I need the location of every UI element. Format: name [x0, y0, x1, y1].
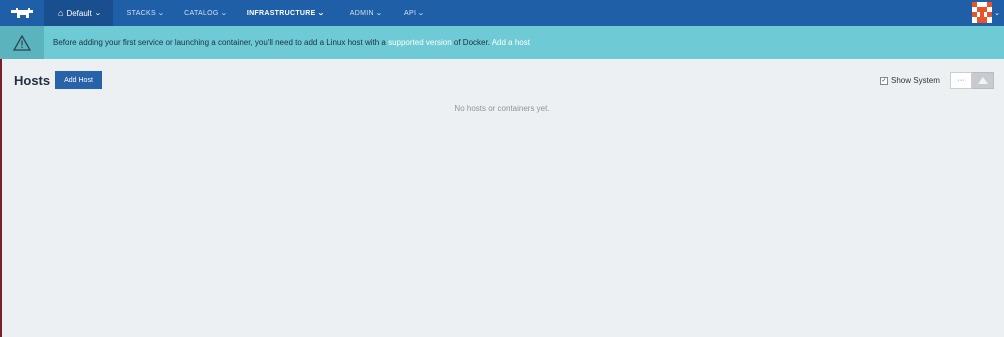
chevron-down-icon: ⌄	[994, 9, 1000, 17]
page-title: Hosts	[14, 73, 51, 88]
more-options-button[interactable]: ···	[950, 72, 972, 89]
nav-item-admin[interactable]: ADMIN ⌄	[340, 0, 392, 26]
empty-state-message: No hosts or containers yet.	[454, 104, 550, 113]
show-system-label: Show System	[891, 76, 940, 85]
left-edge-bar	[0, 26, 2, 337]
show-system-checkbox[interactable]: ✓	[880, 76, 888, 85]
nav-item-label: STACKS	[126, 9, 156, 17]
banner-text-before: Before adding your first service or laun…	[53, 38, 386, 47]
nav-item-label: API	[404, 9, 417, 17]
collapse-button[interactable]	[972, 72, 994, 89]
avatar	[972, 2, 993, 23]
nav-item-label: INFRASTRUCTURE	[246, 9, 316, 17]
supported-version-link[interactable]: supported version	[388, 38, 452, 47]
chevron-down-icon: ⌄	[157, 10, 166, 17]
chevron-down-icon: ⌄	[417, 10, 426, 17]
chevron-down-icon: ⌄	[374, 10, 383, 17]
warning-banner: Before adding your first service or laun…	[0, 26, 1004, 59]
nav-item-label: CATALOG	[184, 9, 219, 17]
add-a-host-link[interactable]: Add a host	[492, 38, 530, 47]
show-system-toggle[interactable]: ✓ Show System	[880, 76, 940, 85]
chevron-down-icon: ⌄	[219, 10, 228, 17]
chevron-down-icon: ⌄	[93, 10, 102, 17]
chevron-down-icon: ⌄	[316, 10, 325, 17]
environment-switcher[interactable]: ⌂ Default ⌄	[44, 0, 113, 26]
environment-label: Default	[66, 8, 92, 18]
add-host-button[interactable]: Add Host	[55, 71, 102, 89]
banner-message: Before adding your first service or laun…	[53, 38, 530, 47]
ranch-logo-icon	[11, 8, 33, 18]
nav-item-stacks[interactable]: STACKS ⌄	[117, 0, 174, 26]
nav-item-api[interactable]: API ⌄	[394, 0, 434, 26]
nav-item-infrastructure[interactable]: INFRASTRUCTURE ⌄	[237, 0, 334, 26]
view-controls: ···	[950, 72, 994, 89]
logo-button[interactable]	[0, 0, 44, 26]
warning-icon	[13, 34, 31, 51]
triangle-up-icon	[977, 77, 988, 84]
user-menu[interactable]: ⌄	[972, 2, 1000, 23]
top-navigation: ⌂ Default ⌄ STACKS ⌄ CATALOG ⌄ INFRASTRU…	[0, 0, 1004, 26]
home-icon: ⌂	[58, 7, 64, 18]
banner-text-middle: of Docker.	[453, 38, 490, 47]
nav-item-catalog[interactable]: CATALOG ⌄	[174, 0, 237, 26]
user-avatar-icon	[972, 2, 993, 23]
nav-item-label: ADMIN	[349, 9, 374, 17]
warning-icon-box	[0, 26, 44, 59]
